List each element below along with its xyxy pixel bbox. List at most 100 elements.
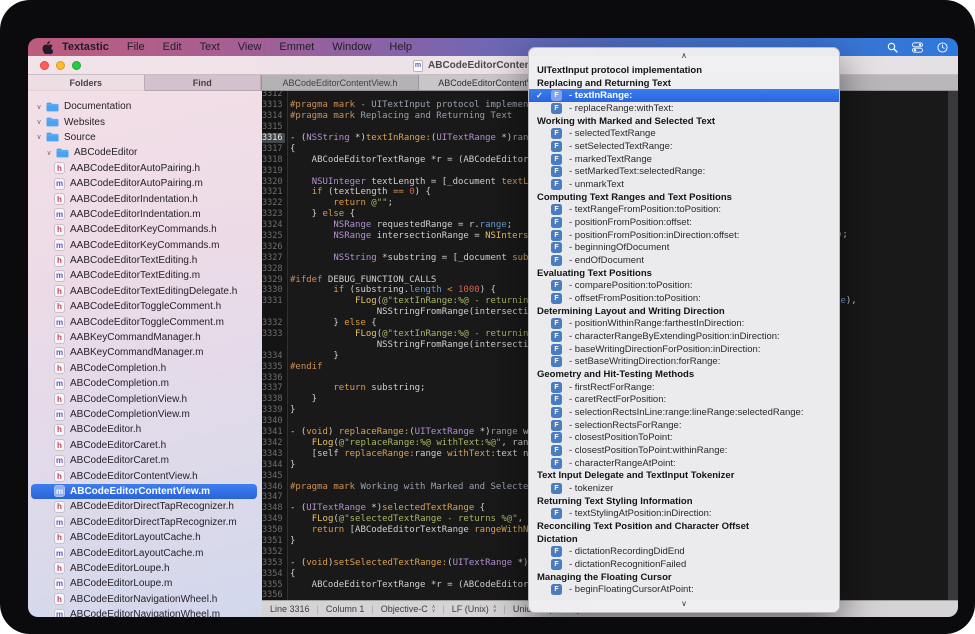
popup-method-dictationrecordingdidend[interactable]: F- dictationRecordingDidEnd bbox=[529, 546, 839, 559]
status-objective-c[interactable]: Objective-C ∧ ∨ bbox=[381, 604, 436, 614]
popup-method-caretrectforposition[interactable]: F- caretRectForPosition: bbox=[529, 393, 839, 406]
file-row-aabcodeeditorkeycommands-h[interactable]: h AABCodeEditorKeyCommands.h bbox=[28, 222, 262, 237]
chevron-down-icon[interactable]: ∨ bbox=[34, 103, 44, 111]
editor-scrollbar[interactable] bbox=[948, 91, 958, 600]
file-row-abcodeeditorloupe-m[interactable]: m ABCodeEditorLoupe.m bbox=[28, 576, 262, 591]
menu-edit[interactable]: Edit bbox=[154, 38, 191, 56]
popup-method-selectionrectsforrange[interactable]: F- selectionRectsForRange: bbox=[529, 419, 839, 432]
file-row-aabcodeeditortexteditingdelegate-h[interactable]: h AABCodeEditorTextEditingDelegate.h bbox=[28, 284, 262, 299]
popup-section-returning-text-styling-information: Returning Text Styling Information bbox=[537, 495, 693, 507]
chevron-down-icon[interactable]: ∨ bbox=[44, 149, 54, 157]
file-row-aabcodeeditortogglecomment-m[interactable]: m AABCodeEditorToggleComment.m bbox=[28, 314, 262, 329]
popup-method-closestpositiontopoint-withinrange[interactable]: F- closestPositionToPoint:withinRange: bbox=[529, 444, 839, 457]
popup-method-positionwithinrange-farthestindirection[interactable]: F- positionWithinRange:farthestInDirecti… bbox=[529, 317, 839, 330]
scroll-down-icon[interactable]: ∨ bbox=[529, 599, 839, 609]
close-button[interactable] bbox=[40, 61, 49, 70]
sidebar-tab-find[interactable]: Find bbox=[144, 75, 261, 91]
popup-method-setmarkedtext-selectedrange[interactable]: F- setMarkedText:selectedRange: bbox=[529, 165, 839, 178]
file-row-abcodeeditorcaret-h[interactable]: h ABCodeEditorCaret.h bbox=[28, 438, 262, 453]
file-row-abcodeeditorcontentview-h[interactable]: h ABCodeEditorContentView.h bbox=[28, 468, 262, 483]
menu-window[interactable]: Window bbox=[323, 38, 380, 56]
file-row-abcodeeditor-h[interactable]: h ABCodeEditor.h bbox=[28, 422, 262, 437]
zoom-button[interactable] bbox=[72, 61, 81, 70]
file-row-aabcodeeditorindentation-h[interactable]: h AABCodeEditorIndentation.h bbox=[28, 191, 262, 206]
file-row-abcodeeditornavigationwheel-m[interactable]: m ABCodeEditorNavigationWheel.m bbox=[28, 607, 262, 617]
code-text: - (UITextRange *)selectedTextRange { bbox=[290, 503, 486, 514]
clock-icon[interactable] bbox=[937, 41, 948, 53]
file-row-abcodeeditordirecttaprecognizer-h[interactable]: h ABCodeEditorDirectTapRecognizer.h bbox=[28, 499, 262, 514]
popup-method-positionfromposition-offset[interactable]: F- positionFromPosition:offset: bbox=[529, 216, 839, 229]
menu-textastic[interactable]: Textastic bbox=[53, 38, 118, 56]
popup-method-characterrangeatpoint[interactable]: F- characterRangeAtPoint: bbox=[529, 457, 839, 470]
popup-method-textrangefromposition-toposition[interactable]: F- textRangeFromPosition:toPosition: bbox=[529, 203, 839, 216]
popup-method-dictationrecognitionfailed[interactable]: F- dictationRecognitionFailed bbox=[529, 558, 839, 571]
popup-method-endofdocument[interactable]: F- endOfDocument bbox=[529, 254, 839, 267]
folder-row-source[interactable]: ∨ Source bbox=[28, 130, 262, 145]
file-browser-sidebar: ∨ Documentation ∨ Websites ∨ Source ∨ ABCodeEdi… bbox=[28, 91, 262, 617]
popup-method-textinrange[interactable]: ✓ F - textInRange: bbox=[529, 89, 839, 103]
file-row-aabcodeeditorkeycommands-m[interactable]: m AABCodeEditorKeyCommands.m bbox=[28, 238, 262, 253]
file-row-abcodeeditorloupe-h[interactable]: h ABCodeEditorLoupe.h bbox=[28, 561, 262, 576]
popup-method-compareposition-toposition[interactable]: F- comparePosition:toPosition: bbox=[529, 279, 839, 292]
file-row-abcodecompletionview-h[interactable]: h ABCodeCompletionView.h bbox=[28, 391, 262, 406]
function-badge-icon: F bbox=[551, 229, 562, 241]
popup-method-markedtextrange[interactable]: F- markedTextRange bbox=[529, 153, 839, 166]
popup-method-setselectedtextrange[interactable]: F- setSelectedTextRange: bbox=[529, 140, 839, 153]
popup-method-selectionrectsinline-range-linerange-selectedrange[interactable]: F- selectionRectsInLine:range:lineRange:… bbox=[529, 406, 839, 419]
m-file-proxy-icon[interactable]: m bbox=[413, 59, 423, 72]
file-row-abcodeeditornavigationwheel-h[interactable]: h ABCodeEditorNavigationWheel.h bbox=[28, 592, 262, 607]
search-icon[interactable] bbox=[887, 42, 898, 53]
status-lf-unix[interactable]: LF (Unix) ∧ ∨ bbox=[452, 604, 497, 614]
file-row-aabcodeeditortogglecomment-h[interactable]: h AABCodeEditorToggleComment.h bbox=[28, 299, 262, 314]
chevron-down-icon[interactable]: ∨ bbox=[34, 133, 44, 141]
popup-method-positionfromposition-indirection-offset[interactable]: F- positionFromPosition:inDirection:offs… bbox=[529, 229, 839, 242]
menu-file[interactable]: File bbox=[118, 38, 154, 56]
popup-method-selectedtextrange[interactable]: F- selectedTextRange bbox=[529, 127, 839, 140]
file-row-abcodecompletion-m[interactable]: m ABCodeCompletion.m bbox=[28, 376, 262, 391]
file-row-abcodecompletionview-m[interactable]: m ABCodeCompletionView.m bbox=[28, 407, 262, 422]
menu-text[interactable]: Text bbox=[191, 38, 229, 56]
editor-tab-abcodeeditorcontentview-h[interactable]: ABCodeEditorContentView.h bbox=[262, 75, 419, 90]
apple-menu-icon[interactable] bbox=[41, 40, 53, 54]
function-badge-icon: F bbox=[551, 242, 562, 254]
file-row-abcodeeditorlayoutcache-m[interactable]: m ABCodeEditorLayoutCache.m bbox=[28, 545, 262, 560]
popup-method-beginfloatingcursoratpoint[interactable]: F- beginFloatingCursorAtPoint: bbox=[529, 584, 839, 597]
popup-method-closestpositiontopoint[interactable]: F- closestPositionToPoint: bbox=[529, 431, 839, 444]
file-row-aabkeycommandmanager-m[interactable]: m AABKeyCommandManager.m bbox=[28, 345, 262, 360]
minimize-button[interactable] bbox=[56, 61, 65, 70]
popup-method-characterrangebyextendingposition-indirection[interactable]: F- characterRangeByExtendingPosition:inD… bbox=[529, 330, 839, 343]
menu-help[interactable]: Help bbox=[380, 38, 421, 56]
file-row-aabcodeeditortextediting-h[interactable]: h AABCodeEditorTextEditing.h bbox=[28, 253, 262, 268]
file-row-abcodeeditorlayoutcache-h[interactable]: h ABCodeEditorLayoutCache.h bbox=[28, 530, 262, 545]
control-center-icon[interactable] bbox=[912, 41, 923, 53]
file-row-abcodecompletion-h[interactable]: h ABCodeCompletion.h bbox=[28, 361, 262, 376]
file-tree-label: ABCodeEditor bbox=[74, 147, 138, 159]
popup-method-replacerange-withtext[interactable]: F- replaceRange:withText: bbox=[529, 102, 839, 115]
folder-row-websites[interactable]: ∨ Websites bbox=[28, 114, 262, 129]
sidebar-tab-folders[interactable]: Folders bbox=[28, 75, 145, 91]
chevron-down-icon[interactable]: ∨ bbox=[34, 118, 44, 126]
menu-view[interactable]: View bbox=[229, 38, 271, 56]
file-row-aabcodeeditorindentation-m[interactable]: m AABCodeEditorIndentation.m bbox=[28, 207, 262, 222]
popup-method-unmarktext[interactable]: F- unmarkText bbox=[529, 178, 839, 191]
popup-method-beginningofdocument[interactable]: F- beginningOfDocument bbox=[529, 241, 839, 254]
file-row-abcodeeditordirecttaprecognizer-m[interactable]: m ABCodeEditorDirectTapRecognizer.m bbox=[28, 515, 262, 530]
file-row-aabcodeeditorautopairing-h[interactable]: h AABCodeEditorAutoPairing.h bbox=[28, 161, 262, 176]
line-number: 3319 bbox=[262, 165, 283, 176]
menu-emmet[interactable]: Emmet bbox=[270, 38, 323, 56]
file-row-aabcodeeditortextediting-m[interactable]: m AABCodeEditorTextEditing.m bbox=[28, 268, 262, 283]
popup-method-basewritingdirectionforposition-indirection[interactable]: F- baseWritingDirectionForPosition:inDir… bbox=[529, 343, 839, 356]
file-tree-label: ABCodeEditorNavigationWheel.m bbox=[70, 609, 221, 617]
folder-row-documentation[interactable]: ∨ Documentation bbox=[28, 99, 262, 114]
popup-method-textstylingatposition-indirection[interactable]: F- textStylingAtPosition:inDirection: bbox=[529, 508, 839, 521]
popup-method-firstrectforrange[interactable]: F- firstRectForRange: bbox=[529, 381, 839, 394]
popup-method-setbasewritingdirection-forrange[interactable]: F- setBaseWritingDirection:forRange: bbox=[529, 355, 839, 368]
popup-method-tokenizer[interactable]: F- tokenizer bbox=[529, 482, 839, 495]
file-row-aabkeycommandmanager-h[interactable]: h AABKeyCommandManager.h bbox=[28, 330, 262, 345]
file-row-aabcodeeditorautopairing-m[interactable]: m AABCodeEditorAutoPairing.m bbox=[28, 176, 262, 191]
file-row-abcodeeditorcontentview-m[interactable]: m ABCodeEditorContentView.m bbox=[28, 484, 262, 500]
file-row-abcodeeditorcaret-m[interactable]: m ABCodeEditorCaret.m bbox=[28, 453, 262, 468]
popup-method-offsetfromposition-toposition[interactable]: F- offsetFromPosition:toPosition: bbox=[529, 292, 839, 305]
folder-row-abcodeeditor[interactable]: ∨ ABCodeEditor bbox=[28, 145, 262, 160]
scroll-up-icon[interactable]: ∧ bbox=[529, 51, 839, 61]
